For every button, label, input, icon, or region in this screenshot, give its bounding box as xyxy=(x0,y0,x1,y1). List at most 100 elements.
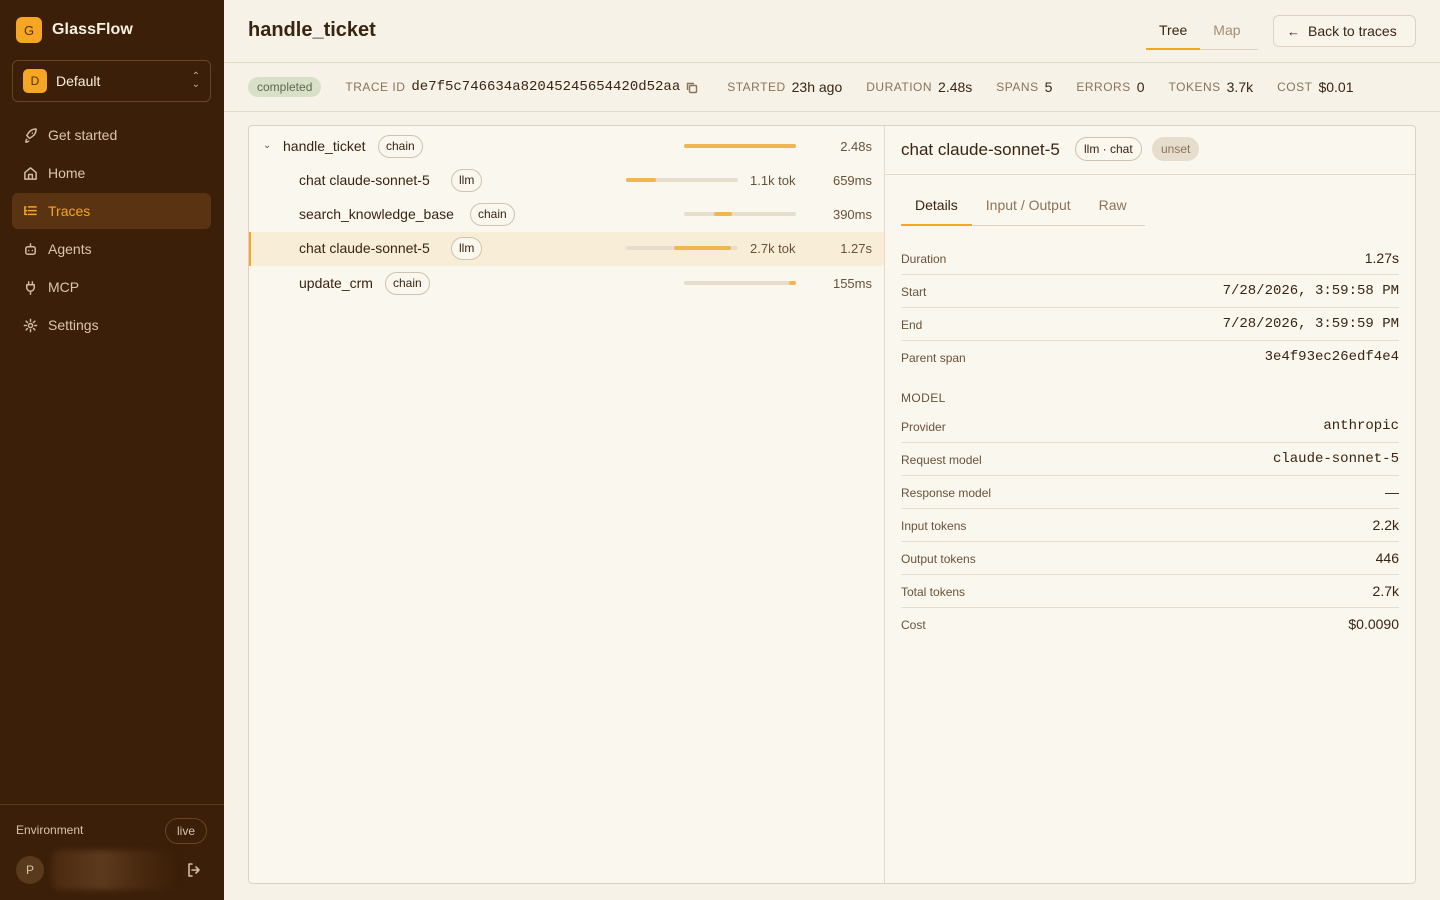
detail-value: 2.7k xyxy=(1372,583,1399,599)
duration-label: DURATION xyxy=(866,80,933,94)
back-button-label: Back to traces xyxy=(1308,23,1397,39)
chevron-down-icon[interactable]: ⌄ xyxy=(263,140,271,151)
workspace-name: Default xyxy=(56,73,101,89)
redacted-user-info xyxy=(52,850,176,890)
span-name: update_crm xyxy=(299,275,373,291)
spans-label: SPANS xyxy=(996,80,1039,94)
span-kind-badge: llm xyxy=(451,169,483,192)
detail-key: Provider xyxy=(901,420,946,434)
span-row[interactable]: update_crm chain 155ms xyxy=(249,267,884,301)
detail-key: Duration xyxy=(901,252,947,266)
sidebar-item-get-started[interactable]: Get started xyxy=(12,117,211,153)
tab-details[interactable]: Details xyxy=(901,192,972,226)
logout-icon xyxy=(188,863,200,877)
sidebar-item-mcp[interactable]: MCP xyxy=(12,269,211,305)
span-timeline-bar xyxy=(684,281,796,285)
span-row-selected[interactable]: chat claude-sonnet-5 llm 2.7k tok 1.27s xyxy=(249,232,884,266)
detail-row-provider: Provider anthropic xyxy=(901,410,1399,443)
span-token-bar xyxy=(626,178,738,182)
detail-row-cost: Cost $0.0090 xyxy=(901,608,1399,641)
span-timeline-bar xyxy=(684,212,796,216)
span-duration: 1.27s xyxy=(840,241,872,256)
copy-trace-id-button[interactable] xyxy=(686,81,698,94)
detail-value: $0.0090 xyxy=(1348,616,1399,632)
trace-id-value: de7f5c746634a82045245654420d52aa xyxy=(411,79,681,95)
sidebar-item-label: Agents xyxy=(48,241,92,257)
sidebar-item-label: Home xyxy=(48,165,86,181)
chevron-up-down-icon: ⌃ ⌄ xyxy=(191,71,200,90)
span-row[interactable]: ⌄ handle_ticket chain 2.48s xyxy=(249,130,884,164)
span-timeline-bar xyxy=(684,144,796,148)
tokens-value: 3.7k xyxy=(1226,79,1254,95)
detail-key: Cost xyxy=(901,618,926,632)
cost-label: COST xyxy=(1277,80,1313,94)
brand[interactable]: G GlassFlow xyxy=(16,17,133,43)
tab-raw[interactable]: Raw xyxy=(1085,192,1141,226)
span-kind-badge: llm · chat xyxy=(1075,137,1142,161)
detail-row-response-model: Response model — xyxy=(901,476,1399,509)
status-badge: completed xyxy=(248,77,322,97)
app-logo: G xyxy=(16,17,42,43)
span-row[interactable]: chat claude-sonnet-5 llm 1.1k tok 659ms xyxy=(249,164,884,198)
detail-row-request-model: Request model claude-sonnet-5 xyxy=(901,443,1399,476)
environment-badge[interactable]: live xyxy=(165,818,207,844)
arrow-left-icon: ← xyxy=(1287,23,1300,39)
span-kind-badge: llm xyxy=(451,237,483,260)
span-name: search_knowledge_base xyxy=(299,206,454,222)
tab-input-output[interactable]: Input / Output xyxy=(972,192,1085,226)
detail-row-end: End 7/28/2026, 3:59:59 PM xyxy=(901,308,1399,341)
detail-value: 7/28/2026, 3:59:58 PM xyxy=(1222,283,1399,299)
spans-value: 5 xyxy=(1044,79,1053,95)
gear-icon xyxy=(23,318,38,332)
rocket-icon xyxy=(25,127,37,143)
span-timeline-fill xyxy=(684,144,796,148)
sidebar-item-label: Get started xyxy=(48,127,118,143)
span-row[interactable]: search_knowledge_base chain 390ms xyxy=(249,198,884,232)
sidebar-item-traces[interactable]: Traces xyxy=(12,193,211,229)
cost-value: $0.01 xyxy=(1318,79,1354,95)
detail-key: Request model xyxy=(901,453,982,467)
workspace-select[interactable]: D Default ⌃ ⌄ xyxy=(12,60,211,102)
sidebar-item-settings[interactable]: Settings xyxy=(12,307,211,343)
detail-key: End xyxy=(901,318,923,332)
detail-value: 7/28/2026, 3:59:59 PM xyxy=(1222,316,1399,332)
detail-key: Start xyxy=(901,285,927,299)
back-to-traces-button[interactable]: ← Back to traces xyxy=(1273,15,1416,47)
detail-value: anthropic xyxy=(1323,418,1399,434)
detail-row-total-tokens: Total tokens 2.7k xyxy=(901,575,1399,608)
sidebar-item-home[interactable]: Home xyxy=(12,155,211,191)
view-tabs: Tree Map xyxy=(1146,14,1258,50)
sidebar-nav: Get started Home Traces Agents MCP Setti… xyxy=(12,117,211,345)
copy-icon xyxy=(687,82,698,94)
meta-divider xyxy=(224,111,1440,112)
tab-tree[interactable]: Tree xyxy=(1146,14,1201,50)
app-name: GlassFlow xyxy=(52,21,133,38)
tab-map[interactable]: Map xyxy=(1200,14,1253,50)
sidebar-divider xyxy=(0,804,224,805)
detail-value: 1.27s xyxy=(1364,250,1399,266)
started-value: 23h ago xyxy=(791,79,843,95)
tokens-label: TOKENS xyxy=(1168,80,1221,94)
errors-label: ERRORS xyxy=(1076,80,1131,94)
model-section-label: MODEL xyxy=(901,391,946,405)
span-name: chat claude-sonnet-5 xyxy=(299,240,430,256)
sidebar-item-label: Traces xyxy=(48,203,91,219)
span-duration: 659ms xyxy=(832,173,872,188)
detail-row-parent-span: Parent span 3e4f93ec26edf4e4 xyxy=(901,341,1399,374)
span-timeline-fill xyxy=(789,281,796,285)
environment-label: Environment xyxy=(16,823,84,837)
span-token-fill xyxy=(674,246,732,250)
sidebar-item-agents[interactable]: Agents xyxy=(12,231,211,267)
detail-row-duration: Duration 1.27s xyxy=(901,242,1399,275)
detail-key: Parent span xyxy=(901,351,966,365)
span-duration: 390ms xyxy=(832,207,872,222)
span-kind-badge: chain xyxy=(385,272,430,295)
span-tokens: 1.1k tok xyxy=(750,173,796,188)
sidebar-item-label: MCP xyxy=(48,279,80,295)
errors-value: 0 xyxy=(1136,79,1145,95)
avatar[interactable]: P xyxy=(16,856,44,884)
detail-row-output-tokens: Output tokens 446 xyxy=(901,542,1399,575)
sidebar: G GlassFlow D Default ⌃ ⌄ Get started Hom… xyxy=(0,0,224,900)
logout-button[interactable] xyxy=(186,862,202,878)
detail-value: 446 xyxy=(1375,550,1399,566)
